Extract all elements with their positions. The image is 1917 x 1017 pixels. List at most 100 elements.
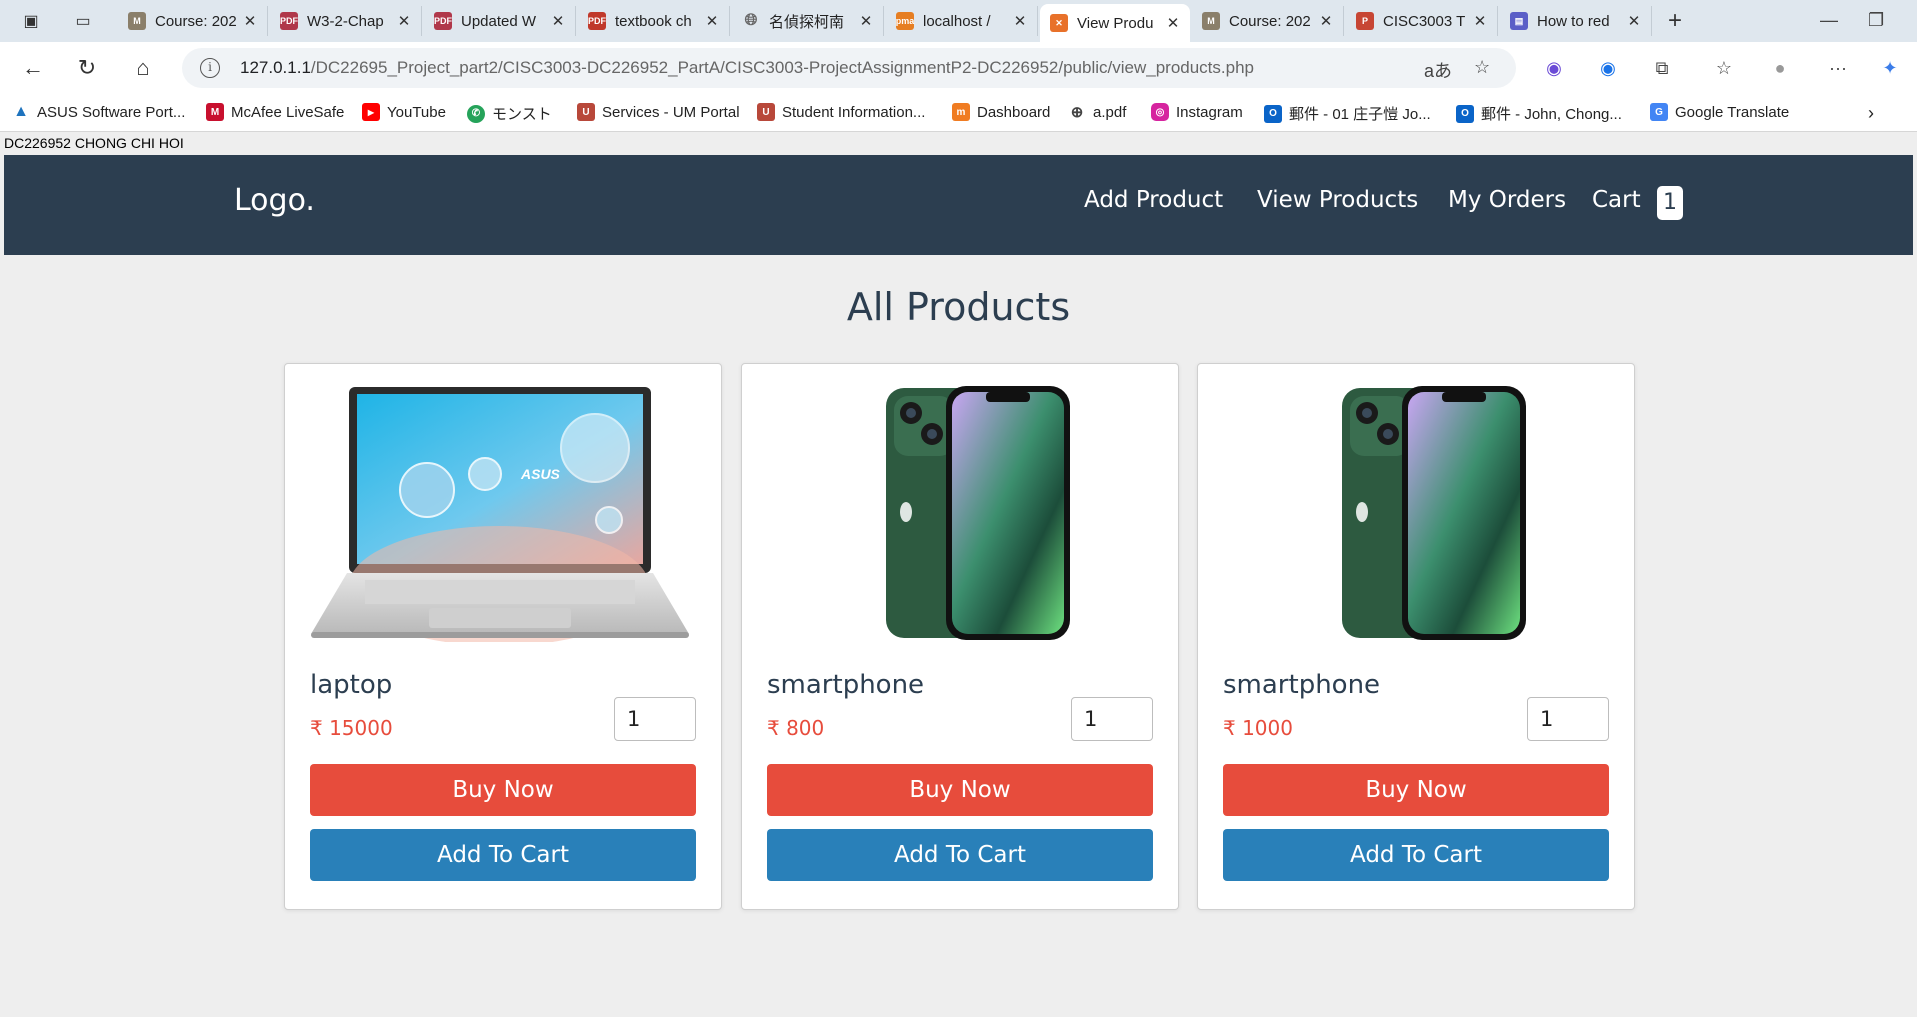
browser-tab[interactable]: P CISC3003 T ✕ xyxy=(1346,6,1498,36)
tab-title: Updated W xyxy=(461,12,537,30)
restore-icon[interactable]: ❐ xyxy=(1868,10,1884,31)
browser-tab[interactable]: PDF textbook ch ✕ xyxy=(578,6,730,36)
back-icon[interactable]: ← xyxy=(18,54,48,82)
url-text[interactable]: 127.0.1.1/DC22695_Project_part2/CISC3003… xyxy=(240,58,1254,78)
close-icon[interactable]: ✕ xyxy=(397,12,411,30)
extensions-puzzle-icon[interactable]: ⧉ xyxy=(1648,54,1676,82)
bookmark-item[interactable]: ▶ YouTube xyxy=(362,103,446,121)
cart-count-badge[interactable]: 1 xyxy=(1657,186,1683,220)
bookmark-item[interactable]: ✆ モンスト xyxy=(467,103,552,124)
buy-now-button[interactable]: Buy Now xyxy=(310,764,696,816)
bookmark-label: a.pdf xyxy=(1093,103,1127,121)
bookmark-item[interactable]: O 郵件 - 01 庄子愷 Jo... xyxy=(1264,103,1431,124)
nav-my-orders[interactable]: My Orders xyxy=(1448,187,1566,213)
close-icon[interactable]: ✕ xyxy=(551,12,565,30)
browser-tab[interactable]: PDF W3-2-Chap ✕ xyxy=(270,6,422,36)
new-tab-icon[interactable]: + xyxy=(1662,7,1688,34)
bookmark-item[interactable]: ⊕ a.pdf xyxy=(1068,103,1127,122)
home-icon[interactable]: ⌂ xyxy=(128,54,158,82)
close-icon[interactable]: ✕ xyxy=(1473,12,1487,30)
bookmark-item[interactable]: ▲ ASUS Software Port... xyxy=(12,103,185,121)
outlook-icon: O xyxy=(1456,104,1474,123)
bookmark-item[interactable]: U Student Information... xyxy=(757,103,925,121)
product-price: ₹ 15000 xyxy=(310,716,393,740)
browser-tab-strip: ▣ ▭ M Course: 202 ✕ PDF W3-2-Chap ✕ PDF … xyxy=(0,0,1917,42)
smartphone-image xyxy=(1342,386,1526,640)
minimize-icon[interactable]: — xyxy=(1820,10,1838,31)
url-field[interactable]: i 127.0.1.1/DC22695_Project_part2/CISC30… xyxy=(182,48,1516,88)
browser-tab-active[interactable]: ✕ View Produ ✕ xyxy=(1040,4,1190,42)
add-to-cart-button[interactable]: Add To Cart xyxy=(767,829,1153,881)
quantity-input[interactable] xyxy=(614,697,696,741)
extension-icon[interactable]: ◉ xyxy=(1594,54,1622,82)
close-icon[interactable]: ✕ xyxy=(1166,14,1180,32)
bookmark-item[interactable]: M McAfee LiveSafe xyxy=(206,103,344,121)
site-info-icon[interactable]: i xyxy=(200,58,220,78)
chat-icon: ▤ xyxy=(1510,12,1528,30)
bookmark-label: モンスト xyxy=(492,106,552,123)
browser-tab[interactable]: pma localhost / ✕ xyxy=(886,6,1038,36)
read-aloud-icon[interactable]: aあ xyxy=(1424,57,1452,83)
close-icon[interactable]: ✕ xyxy=(1627,12,1641,30)
close-icon[interactable]: ✕ xyxy=(1319,12,1333,30)
close-icon[interactable]: ✕ xyxy=(705,12,719,30)
bookmark-item[interactable]: U Services - UM Portal xyxy=(577,103,740,121)
tab-title: View Produ xyxy=(1077,14,1154,32)
smartphone-image xyxy=(886,386,1070,640)
chevron-right-icon[interactable]: › xyxy=(1868,103,1874,124)
bookmark-item[interactable]: ◎ Instagram xyxy=(1151,103,1243,121)
reload-icon[interactable]: ↻ xyxy=(72,54,102,82)
copilot-icon[interactable]: ✦ xyxy=(1876,54,1904,82)
tab-title: W3-2-Chap xyxy=(307,12,384,30)
bookmark-label: McAfee LiveSafe xyxy=(231,103,345,121)
add-to-cart-button[interactable]: Add To Cart xyxy=(310,829,696,881)
product-name: laptop xyxy=(310,670,393,700)
xampp-icon: ✕ xyxy=(1050,14,1068,32)
laptop-image: ASUS xyxy=(311,387,689,642)
globe-icon: ⊕ xyxy=(1070,104,1084,121)
page-title: All Products xyxy=(846,285,1071,329)
extension-icon[interactable]: ◉ xyxy=(1540,54,1568,82)
browser-tab[interactable]: M Course: 202 ✕ xyxy=(1192,6,1344,36)
tab-title: Course: 202 xyxy=(1229,12,1311,30)
bookmark-label: ASUS Software Port... xyxy=(37,103,186,121)
mcafee-icon: M xyxy=(206,103,224,121)
close-icon[interactable]: ✕ xyxy=(859,12,873,30)
bookmark-item[interactable]: m Dashboard xyxy=(952,103,1050,121)
bookmark-item[interactable]: O 郵件 - John, Chong... xyxy=(1456,103,1622,124)
moodle-icon: m xyxy=(952,103,970,121)
browser-tab[interactable]: M Course: 202 ✕ xyxy=(118,6,268,36)
nav-add-product[interactable]: Add Product xyxy=(1084,187,1223,213)
add-to-cart-button[interactable]: Add To Cart xyxy=(1223,829,1609,881)
product-card: ASUS laptop ₹ 15000 Buy Now Add To Cart xyxy=(284,363,722,910)
close-icon[interactable]: ✕ xyxy=(243,12,257,30)
site-logo[interactable]: Logo. xyxy=(234,183,315,218)
quantity-input[interactable] xyxy=(1527,697,1609,741)
browser-tab[interactable]: PDF Updated W ✕ xyxy=(424,6,576,36)
more-menu-icon[interactable]: ··· xyxy=(1824,54,1852,82)
address-bar-row: ← ↻ ⌂ i 127.0.1.1/DC22695_Project_part2/… xyxy=(0,42,1917,94)
close-icon[interactable]: ✕ xyxy=(1013,12,1027,30)
um-icon: U xyxy=(577,103,595,121)
favorite-star-icon[interactable]: ☆ xyxy=(1474,57,1490,78)
buy-now-button[interactable]: Buy Now xyxy=(767,764,1153,816)
product-price: ₹ 800 xyxy=(767,716,825,740)
youtube-icon: ▶ xyxy=(362,103,380,121)
browser-tab[interactable]: 🌐︎ 名偵探柯南 ✕ xyxy=(732,6,884,36)
bookmark-label: Dashboard xyxy=(977,103,1051,121)
workspaces-icon[interactable]: ▣ xyxy=(18,9,44,33)
browser-tab[interactable]: ▤ How to red ✕ xyxy=(1500,6,1652,36)
favorites-icon[interactable]: ☆ xyxy=(1710,54,1738,82)
tab-title: 名偵探柯南 xyxy=(769,13,845,31)
globe-icon: 🌐︎ xyxy=(744,12,758,29)
powerpoint-icon: P xyxy=(1356,12,1374,30)
bookmark-item[interactable]: G Google Translate xyxy=(1650,103,1789,121)
nav-cart[interactable]: Cart xyxy=(1592,187,1641,213)
buy-now-button[interactable]: Buy Now xyxy=(1223,764,1609,816)
tab-title: How to red xyxy=(1537,12,1610,30)
profile-avatar-icon[interactable]: ● xyxy=(1766,54,1794,82)
whatsapp-icon: ✆ xyxy=(467,104,485,123)
quantity-input[interactable] xyxy=(1071,697,1153,741)
vertical-tabs-icon[interactable]: ▭ xyxy=(70,9,96,33)
nav-view-products[interactable]: View Products xyxy=(1257,187,1418,213)
